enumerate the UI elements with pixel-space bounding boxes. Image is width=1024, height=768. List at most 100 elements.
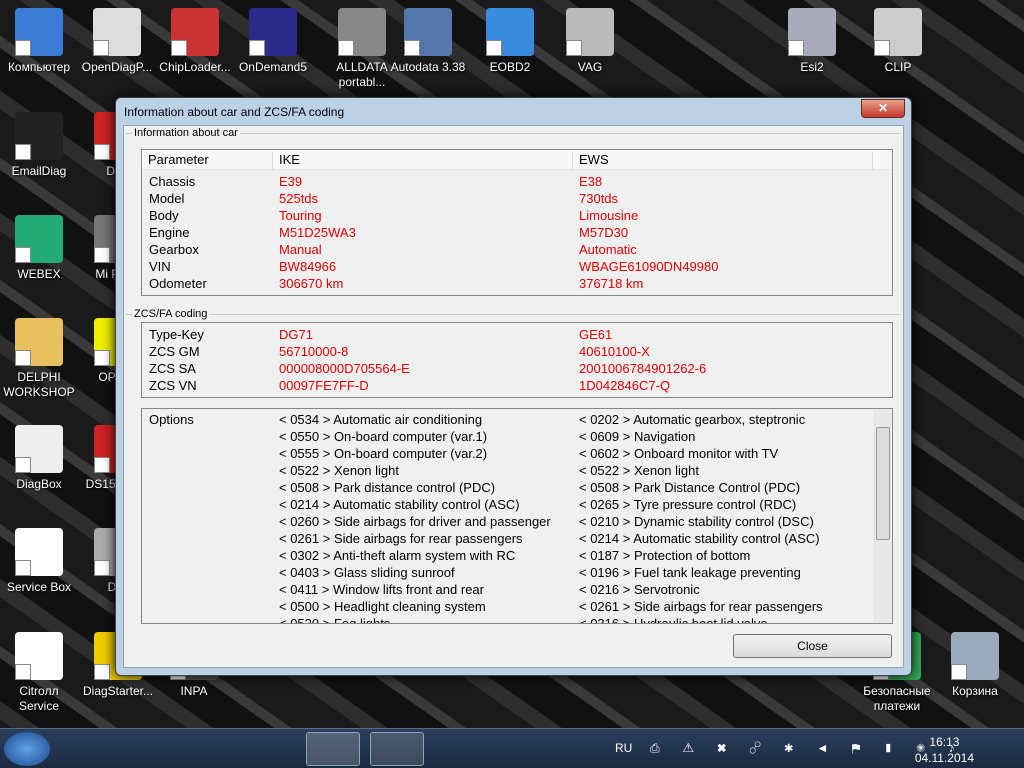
close-button[interactable]: Close [733,634,892,658]
desktop-icon-label: EmailDiag [11,164,67,178]
options-listview: Options < 0534 > Automatic air condition… [141,408,893,624]
desktop-icon-top-1-icon [93,8,141,56]
ike-zcs-value: 000008000D705564-E [279,361,410,376]
ews-option: < 0316 > Hydraulic boot lid valve [579,616,768,624]
ike-option: < 0261 > Side airbags for rear passenger… [279,531,523,546]
close-icon[interactable]: ✕ [861,99,905,118]
ews-option: < 0508 > Park Distance Control (PDC) [579,480,801,495]
desktop-icon-left-2[interactable]: DELPHI WORKSHOP [0,318,79,400]
info-listview: Parameter IKE EWS Chassis E39 E38 Model 525t… [141,149,893,296]
ews-zcs-value: 1D042846C7-Q [579,378,671,393]
ews-option: < 0265 > Tyre pressure control (RDC) [579,497,797,512]
header-ike[interactable]: IKE [273,152,573,170]
start-button[interactable] [4,732,50,766]
desktop-icon-label: DELPHI WORKSHOP [3,370,75,399]
disc-taskbar-icon[interactable] [244,732,298,766]
desktop-icon-label: Esi2 [800,60,824,74]
desktop-icon-top-6[interactable]: EOBD2 [470,8,550,75]
list-header: Parameter IKE EWS [142,150,892,170]
zcs-param: Type-Key [149,327,204,342]
desktop-icon-left-5-icon [15,632,63,680]
desktop-icon-left-1-icon [15,215,63,263]
ews-option: < 0214 > Automatic stability control (AS… [579,531,820,546]
desktop-icon-top-6-icon [486,8,534,56]
param-name: Gearbox [149,242,199,257]
ike-option: < 0411 > Window lifts front and rear [279,582,484,597]
desktop-icon-label: VAG [577,60,603,74]
param-name: Body [149,208,179,223]
group-info-label: Information about car [132,127,240,139]
dialog-title: Information about car and ZCS/FA coding [124,105,345,119]
desktop-icon-top-2-icon [171,8,219,56]
zcs-param: ZCS SA [149,361,196,376]
header-parameter[interactable]: Parameter [142,152,273,170]
desktop-icon-top-8[interactable]: Esi2 [772,8,852,75]
desktop-icon-label: Autodata 3.38 [390,60,466,74]
desktop-icon-recycle-bin-icon [951,632,999,680]
desktop-icon-label: Безопасные платежи [863,684,931,713]
app-taskbar-button[interactable] [370,732,424,766]
desktop-icon-left-3[interactable]: DiagBox [0,425,79,492]
header-ews[interactable]: EWS [573,152,873,170]
firefox-taskbar-icon[interactable] [182,732,236,766]
desktop-icon-label: Service Box [6,580,72,594]
desktop-icon-top-3[interactable]: OnDemand5 [233,8,313,75]
ike-value: BW84966 [279,259,337,274]
desktop-icon-top-0[interactable]: Компьютер [0,8,79,75]
param-name: Odometer [149,276,207,291]
desktop-icon-left-5[interactable]: Citroлл Service [0,632,79,714]
zcs-listview: Type-Key DG71 GE61 ZCS GM 56710000-8 40610100… [141,322,893,398]
ews-option: < 0216 > Servotronic [579,582,700,597]
ike-value: 306670 km [279,276,344,291]
desktop-icon-top-0-icon [15,8,63,56]
ike-zcs-value: 00097FE7FF-D [279,378,369,393]
desktop-icon-label: ChipLoader... [159,60,231,74]
desktop-icon-left-0-icon [15,112,63,160]
desktop-icon-top-9[interactable]: CLIP [858,8,938,75]
desktop-icon-recycle-bin[interactable]: Корзина [935,632,1015,699]
ike-value: Manual [279,242,322,257]
ews-value: E38 [579,174,603,189]
ike-option: < 0555 > On-board computer (var.2) [279,446,488,461]
scroll-thumb[interactable] [876,427,890,540]
desktop-icon-left-0[interactable]: EmailDiag [0,112,79,179]
ike-option: < 0302 > Anti-theft alarm system with RC [279,548,516,563]
desktop-icon-top-5[interactable]: Autodata 3.38 [388,8,468,75]
desktop-icon-label: Корзина [952,684,998,698]
desktop-icon-label: EOBD2 [489,60,531,74]
desktop-icon-left-4-icon [15,528,63,576]
ike-option: < 0403 > Glass sliding sunroof [279,565,455,580]
ews-option: < 0522 > Xenon light [579,463,699,478]
ike-option: < 0550 > On-board computer (var.1) [279,429,488,444]
ike-option: < 0534 > Automatic air conditioning [279,412,483,427]
desktop-icon-top-4-icon [338,8,386,56]
ews-value: WBAGE61090DN49980 [579,259,719,274]
desktop-icon-label: WEBEX [17,267,61,281]
ike-value: 525tds [279,191,319,206]
desktop-icon-top-8-icon [788,8,836,56]
desktop-icon-label: CLIP [884,60,912,74]
language-indicator[interactable]: RU [615,741,632,755]
autocad-taskbar-icon[interactable] [122,732,176,766]
desktop-icon-label: INPA [180,684,208,698]
clock[interactable]: 16:13 04.11.2014 [915,734,974,766]
ike-value: M51D25WA3 [279,225,356,240]
ews-zcs-value: 40610100-X [579,344,650,359]
active-app-taskbar-button[interactable] [306,732,360,766]
desktop-icon-top-7[interactable]: VAG [550,8,630,75]
ews-option: < 0609 > Navigation [579,429,696,444]
desktop-icon-left-1[interactable]: WEBEX [0,215,79,282]
desktop-icon-label: DiagBox [16,477,62,491]
desktop-icon-top-5-icon [404,8,452,56]
desktop-icon-top-2[interactable]: ChipLoader... [155,8,235,75]
desktop-icon-label: DiagStarter... [82,684,154,698]
options-scrollbar[interactable] [874,410,891,622]
desktop-icon-label: OnDemand5 [238,60,308,74]
explorer-taskbar-icon[interactable] [62,732,116,766]
ews-option: < 0202 > Automatic gearbox, steptronic [579,412,806,427]
ews-value: 376718 km [579,276,644,291]
ike-zcs-value: 56710000-8 [279,344,349,359]
ike-option: < 0214 > Automatic stability control (AS… [279,497,520,512]
desktop-icon-left-4[interactable]: Service Box [0,528,79,595]
desktop-icon-top-1[interactable]: OpenDiagP... [77,8,157,75]
